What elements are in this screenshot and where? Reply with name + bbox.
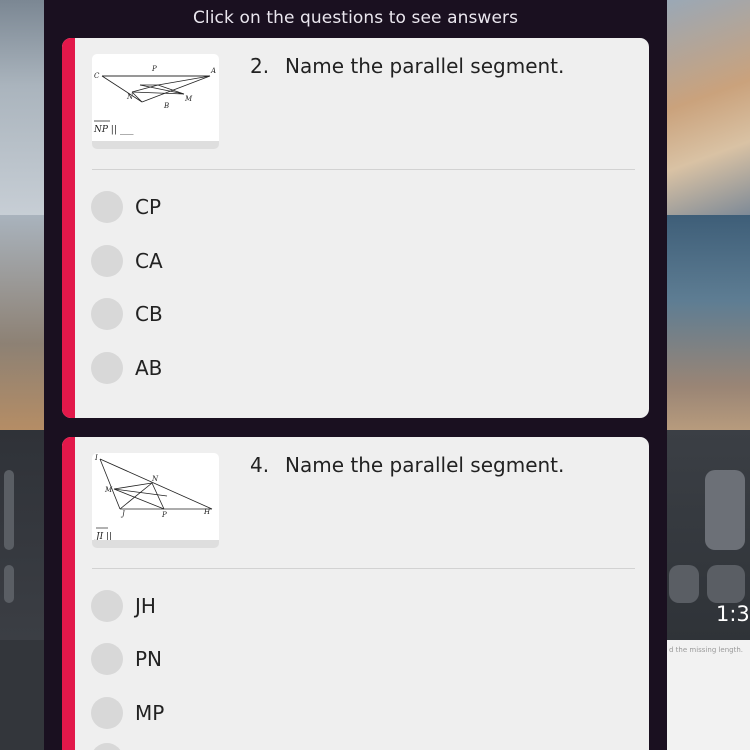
- answer-option[interactable]: AB: [91, 351, 162, 385]
- figure-caption-blank: ___: [120, 532, 134, 540]
- radio-button[interactable]: [91, 191, 123, 223]
- figure-label-i: I: [94, 454, 98, 462]
- answer-label: CP: [135, 195, 162, 219]
- figure-caption-blank: ___: [120, 125, 134, 135]
- flashlight-tile: [669, 565, 699, 603]
- question-number: 2.: [250, 54, 270, 78]
- radio-button[interactable]: [91, 298, 123, 330]
- figure-label-h: H: [203, 508, 211, 516]
- radio-button[interactable]: [91, 743, 123, 750]
- answer-option[interactable]: [91, 742, 123, 750]
- answer-label: MP: [135, 701, 165, 725]
- figure-label-p: P: [151, 65, 157, 73]
- background-photo-left-top: [0, 0, 44, 215]
- answer-option[interactable]: JH: [91, 589, 156, 623]
- figure-caption: JI ||: [94, 532, 112, 540]
- answer-option[interactable]: CA: [91, 244, 163, 278]
- figure-label-c: C: [94, 72, 100, 80]
- question-card[interactable]: C P A N M B NP || ___ 2. Name the paralle…: [62, 38, 649, 418]
- question-figure: I M N J P H JI || ___: [92, 453, 219, 548]
- answer-label: CB: [135, 302, 163, 326]
- quiz-panel: Click on the questions to see answers C …: [44, 0, 667, 750]
- answer-option[interactable]: PN: [91, 642, 162, 676]
- background-photo-left-bottom: [0, 640, 44, 750]
- card-divider: [92, 169, 635, 170]
- card-divider: [92, 568, 635, 569]
- figure-label-a: A: [210, 67, 216, 75]
- question-text: Name the parallel segment.: [285, 54, 565, 78]
- radio-button[interactable]: [91, 352, 123, 384]
- radio-button[interactable]: [91, 697, 123, 729]
- figure-label-j: J: [120, 510, 126, 518]
- figure-label-n: N: [126, 93, 134, 101]
- answer-option[interactable]: CP: [91, 190, 161, 224]
- radio-button[interactable]: [91, 590, 123, 622]
- question-prompt: 2. Name the parallel segment.: [250, 54, 564, 78]
- background-photo-right-middle: [667, 215, 750, 430]
- background-document-right-bottom: [667, 640, 750, 750]
- flashlight-tile: [4, 565, 14, 603]
- question-prompt: 4. Name the parallel segment.: [250, 453, 564, 477]
- answer-label: CA: [135, 249, 163, 273]
- answer-label: PN: [135, 647, 163, 671]
- question-text: Name the parallel segment.: [285, 453, 565, 477]
- figure-label-b: B: [163, 102, 169, 110]
- answer-label: AB: [135, 356, 163, 380]
- figure-label-m: M: [104, 486, 113, 494]
- question-figure: C P A N M B NP || ___: [92, 54, 219, 149]
- answer-option[interactable]: CB: [91, 297, 163, 331]
- radio-button[interactable]: [91, 245, 123, 277]
- figure-label-p: P: [161, 511, 167, 519]
- volume-slider: [705, 470, 745, 550]
- answer-label: JH: [135, 594, 156, 618]
- figure-label-m: M: [184, 95, 193, 103]
- figure-label-n: N: [151, 475, 159, 483]
- brightness-slider: [4, 470, 14, 550]
- answer-option[interactable]: MP: [91, 696, 164, 730]
- figure-caption: NP ||: [93, 125, 117, 135]
- background-time-text: 1:3: [716, 602, 750, 626]
- card-accent-bar: [62, 38, 75, 418]
- background-photo-left-middle: [0, 215, 44, 430]
- timer-tile: [707, 565, 745, 603]
- card-accent-bar: [62, 437, 75, 750]
- radio-button[interactable]: [91, 643, 123, 675]
- instruction-text: Click on the questions to see answers: [192, 8, 519, 28]
- background-note-text: d the missing length.: [669, 646, 744, 654]
- background-control-center-left: [0, 430, 44, 640]
- question-number: 4.: [250, 453, 270, 477]
- question-card[interactable]: I M N J P H JI || ___ 4. Name the paralle…: [62, 437, 649, 750]
- background-photo-right-top: [667, 0, 750, 215]
